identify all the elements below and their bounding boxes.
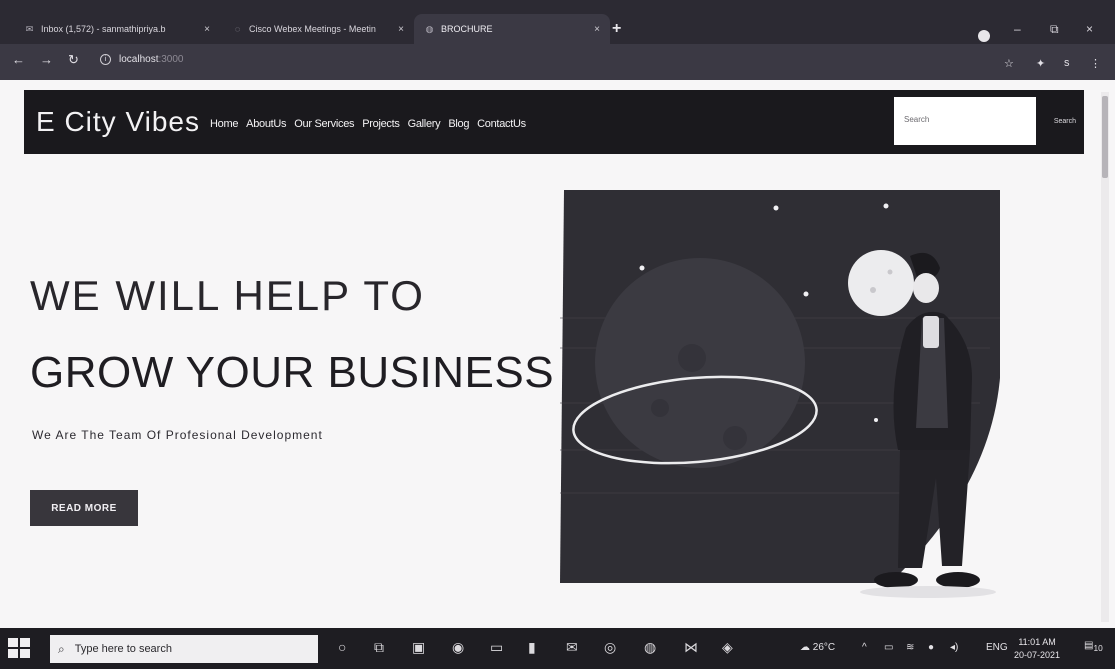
chrome-icon[interactable]: ◎ (604, 639, 616, 656)
read-more-button[interactable]: READ MORE (30, 490, 138, 526)
taskbar-search-placeholder: Type here to search (74, 643, 172, 655)
hero-heading-line2: GROW YOUR BUSINESS (30, 348, 555, 397)
hero-tagline: We Are The Team Of Profesional Developme… (32, 428, 323, 442)
minimize-button[interactable]: – (1014, 22, 1021, 36)
forward-icon[interactable]: → (40, 52, 53, 67)
profile-avatar-icon[interactable]: s (1064, 57, 1070, 69)
notifications-icon[interactable]: ▤10 (1084, 640, 1103, 653)
search-icon: ⌕ (58, 641, 65, 656)
address-bar[interactable]: i localhost:3000 (100, 54, 184, 65)
tab-inbox[interactable]: ✉ Inbox (1,572) - sanmathipriya.b × (14, 14, 220, 44)
browser-tab-strip: ✉ Inbox (1,572) - sanmathipriya.b × ◌ Ci… (0, 0, 1115, 44)
close-window-button[interactable]: × (1086, 22, 1093, 36)
profile-icon[interactable] (978, 30, 990, 42)
notification-count: 10 (1093, 643, 1103, 653)
nav-projects[interactable]: Projects (362, 118, 400, 130)
wifi-icon[interactable]: ≋ (906, 642, 914, 653)
file-explorer-icon[interactable]: ▭ (490, 639, 503, 656)
planet-crater (723, 426, 747, 450)
moon-crater (887, 269, 893, 275)
planet-crater (651, 399, 669, 417)
volume-icon[interactable]: ◂) (950, 642, 958, 653)
vscode-icon[interactable]: ⋈ (684, 639, 698, 656)
cortana-icon[interactable]: ○ (338, 639, 346, 655)
moon-crater (870, 287, 876, 293)
globe-icon: ◍ (425, 23, 434, 34)
site-info-icon[interactable]: i (100, 54, 111, 65)
tab-title: Inbox (1,572) - sanmathipriya.b (41, 24, 166, 34)
nav-our-services[interactable]: Our Services (294, 118, 354, 130)
task-view-icon[interactable]: ⧉ (374, 639, 384, 656)
clock-date: 20-07-2021 (1014, 650, 1061, 660)
reload-icon[interactable]: ↻ (68, 52, 79, 68)
os-taskbar: ⌕ Type here to search ○ ⧉ ▣ ◉ ▭ ▮ ✉ ◎ ◍ … (0, 628, 1115, 669)
site-navbar: E City Vibes Home AboutUs Our Services P… (24, 90, 1084, 154)
nav-menu: Home AboutUs Our Services Projects Galle… (210, 118, 526, 130)
url-port: :3000 (158, 54, 184, 65)
word-icon[interactable]: ▮ (528, 639, 536, 656)
windows-start-icon[interactable] (8, 638, 30, 658)
tab-webex[interactable]: ◌ Cisco Webex Meetings - Meetin × (222, 14, 414, 44)
tab-close-icon[interactable]: × (398, 24, 404, 35)
url-host: localhost (119, 54, 159, 65)
new-tab-button[interactable]: + (612, 20, 621, 38)
planet-crater (678, 344, 706, 372)
store-icon[interactable]: ▣ (412, 639, 425, 656)
weather-temp: 26°C (812, 642, 836, 653)
scrollbar-thumb[interactable] (1102, 96, 1108, 178)
webex-icon: ◌ (234, 24, 241, 34)
language-indicator[interactable]: ENG (986, 642, 1008, 653)
tab-close-icon[interactable]: × (204, 24, 210, 35)
extensions-icon[interactable]: ✦ (1036, 57, 1045, 70)
search-button[interactable]: Search (1054, 118, 1076, 125)
tab-close-icon[interactable]: × (594, 24, 600, 35)
page-scrollbar[interactable] (1101, 92, 1109, 622)
screen: ✉ Inbox (1,572) - sanmathipriya.b × ◌ Ci… (0, 0, 1115, 669)
system-clock[interactable]: 11:01 AM 20-07-2021 (1014, 636, 1060, 662)
moon-icon (848, 250, 914, 316)
search-input[interactable]: Search (894, 97, 1036, 145)
mail-app-icon[interactable]: ✉ (566, 639, 578, 656)
weather-widget[interactable]: ☁ 26°C (800, 642, 835, 653)
tab-brochure[interactable]: ◍ BROCHURE × (414, 14, 610, 44)
taskbar-search-field[interactable]: ⌕ Type here to search (50, 635, 318, 663)
chrome-profile-icon[interactable]: ◍ (644, 639, 656, 656)
nav-gallery[interactable]: Gallery (408, 118, 441, 130)
bookmark-star-icon[interactable]: ☆ (1004, 57, 1014, 70)
nav-blog[interactable]: Blog (448, 118, 469, 130)
browser-toolbar: ← → ↻ i localhost:3000 ☆ ✦ s ⋮ (0, 44, 1115, 80)
back-icon[interactable]: ← (12, 52, 25, 67)
hero-illustration (560, 190, 1000, 598)
hero-heading-line1: WE WILL HELP TO (30, 272, 425, 319)
menu-kebab-icon[interactable]: ⋮ (1090, 57, 1101, 70)
restore-button[interactable]: ⧉ (1050, 22, 1059, 37)
nav-home[interactable]: Home (210, 118, 238, 130)
mic-icon[interactable]: ● (928, 642, 934, 653)
mail-icon: ✉ (25, 23, 34, 34)
webex-app-icon[interactable]: ◈ (722, 639, 733, 656)
tab-title: BROCHURE (441, 24, 493, 34)
clock-time: 11:01 AM (1018, 637, 1056, 647)
edge-icon[interactable]: ◉ (452, 639, 464, 656)
nav-contactus[interactable]: ContactUs (477, 118, 526, 130)
show-hidden-icons[interactable]: ^ (862, 642, 867, 653)
nav-aboutus[interactable]: AboutUs (246, 118, 286, 130)
tab-title: Cisco Webex Meetings - Meetin (249, 24, 376, 34)
battery-icon[interactable]: ▭ (884, 642, 893, 653)
site-brand[interactable]: E City Vibes (36, 106, 200, 138)
